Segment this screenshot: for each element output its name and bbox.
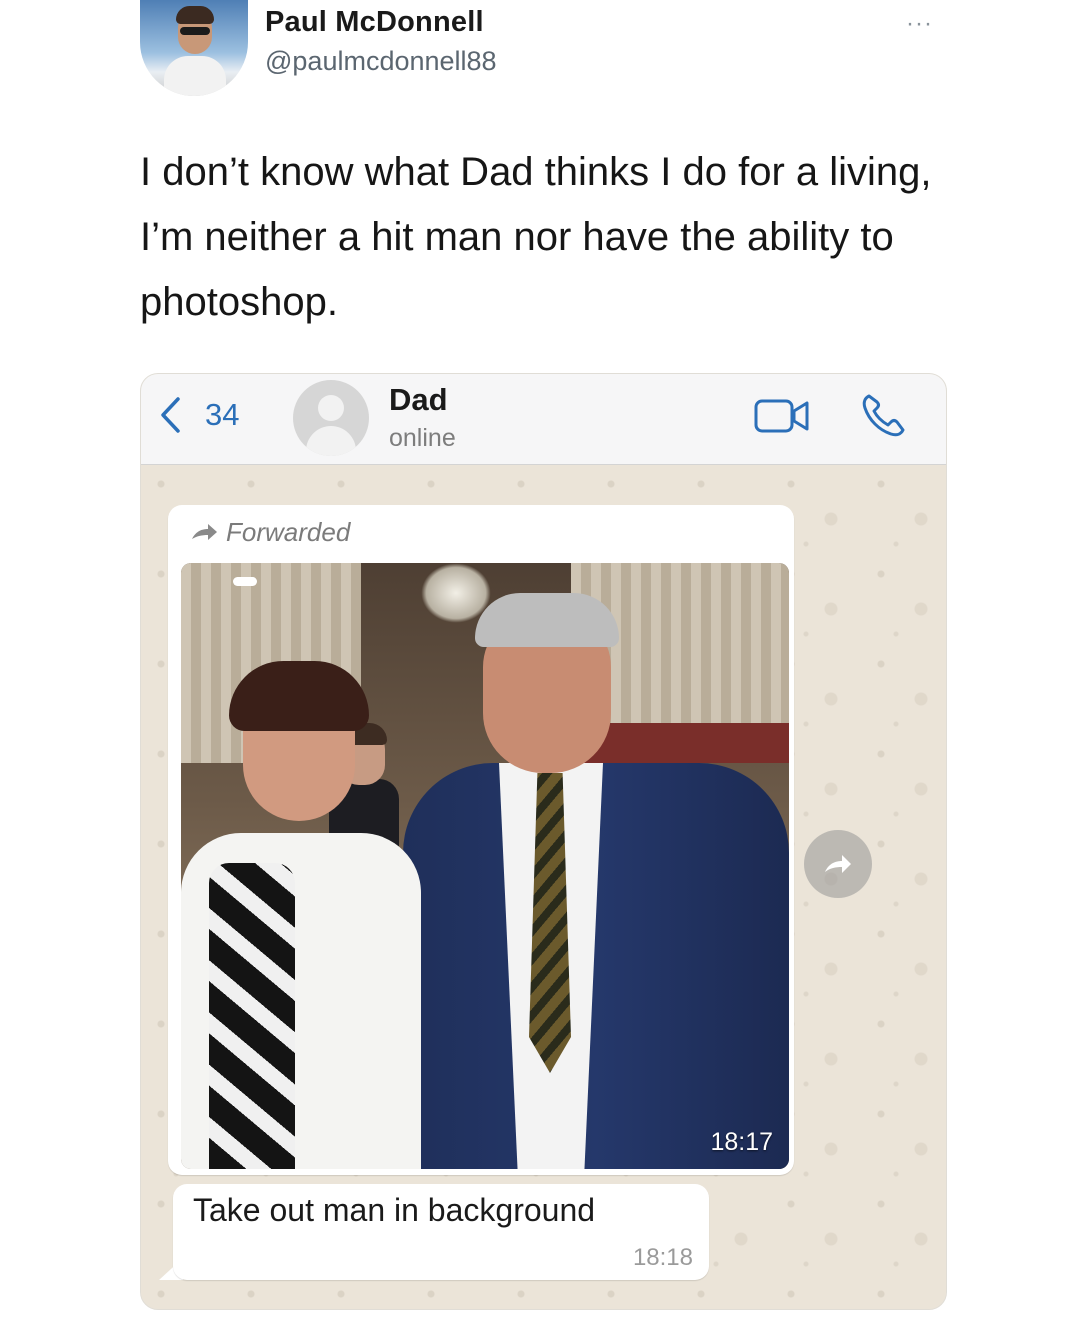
chat-header: 34 Dad online: [141, 374, 946, 465]
photo-man-hair: [475, 593, 619, 647]
tweet-card: Paul McDonnell @paulmcdonnell88 ··· I do…: [0, 0, 1080, 1329]
phone-call-icon[interactable]: [859, 392, 907, 440]
photo-ceiling-light: [233, 577, 257, 586]
avatar-placeholder-body: [306, 426, 356, 456]
contact-name[interactable]: Dad: [389, 382, 448, 418]
contact-status: online: [389, 424, 456, 452]
image-message[interactable]: Forwarded 18:17: [168, 505, 794, 1175]
author-handle[interactable]: @paulmcdonnell88: [265, 46, 497, 77]
text-message[interactable]: Take out man in background 18:18: [173, 1184, 709, 1280]
more-dots-icon[interactable]: ···: [906, 10, 933, 38]
avatar-hair: [176, 6, 214, 24]
forward-arrow-icon: [192, 524, 217, 540]
unread-count[interactable]: 34: [205, 397, 239, 433]
avatar-shirt: [164, 56, 226, 96]
forwarded-photo[interactable]: 18:17: [181, 563, 789, 1169]
back-chevron-icon[interactable]: [159, 396, 181, 434]
forwarded-row: Forwarded: [190, 515, 350, 549]
tweet-text: I don’t know what Dad thinks I do for a …: [140, 150, 932, 324]
whatsapp-screenshot: 34 Dad online Forwarded 18:17 Take out m…: [140, 373, 947, 1310]
share-icon: [825, 855, 851, 873]
avatar-sunglasses: [180, 27, 210, 35]
photo-woman-top: [209, 863, 295, 1169]
message-timestamp: 18:18: [632, 1244, 693, 1271]
contact-avatar[interactable]: [293, 380, 369, 456]
avatar-placeholder-head: [318, 395, 344, 421]
share-button[interactable]: [804, 830, 872, 898]
message-text: Take out man in background: [193, 1192, 596, 1228]
author-avatar[interactable]: [140, 0, 248, 96]
image-timestamp: 18:17: [710, 1128, 773, 1156]
video-call-icon[interactable]: [753, 396, 811, 436]
forwarded-label: Forwarded: [226, 516, 351, 547]
author-name[interactable]: Paul McDonnell: [265, 6, 484, 39]
photo-woman-hair: [229, 661, 369, 731]
